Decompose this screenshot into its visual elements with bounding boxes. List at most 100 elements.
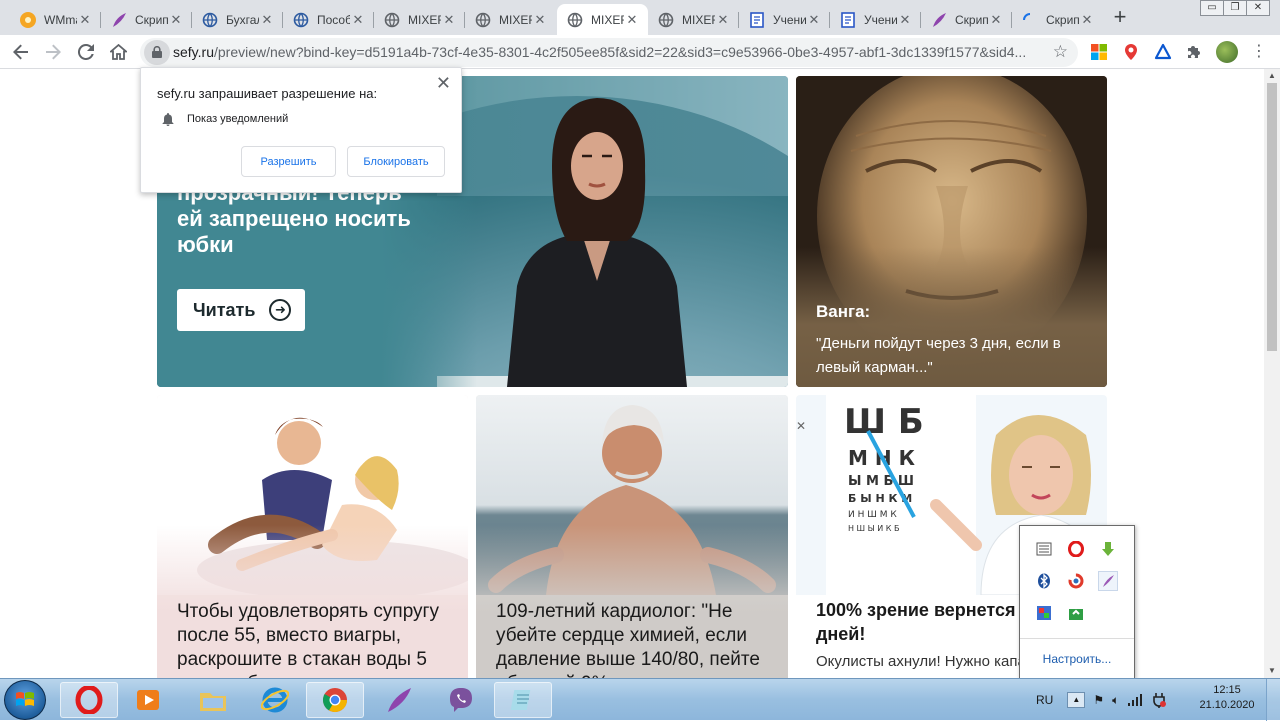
block-button[interactable]: Блокировать [347,146,445,177]
notification-permission-popup: sefy.ru запрашивает разрешение на: ✕ Пок… [140,67,462,193]
start-button[interactable] [4,680,46,720]
taskbar-internet-explorer[interactable] [246,682,304,718]
home-button[interactable] [105,40,131,64]
tab-close-icon[interactable]: ✕ [988,12,1004,28]
doc-icon [749,11,765,28]
taskbar-explorer[interactable] [184,682,242,718]
taskbar-chrome[interactable] [306,682,364,718]
scroll-up-arrow-icon[interactable]: ▲ [1264,69,1280,83]
globe-icon [475,12,491,28]
show-desktop-button[interactable] [1266,679,1280,721]
allow-button[interactable]: Разрешить [241,146,336,177]
browser-tab[interactable]: Бухгалтерия✕ [192,4,283,35]
loading-icon [1022,12,1038,28]
wmmail-icon [20,11,36,28]
browser-menu-icon[interactable]: ⋮ [1250,43,1268,61]
browser-tab[interactable]: Ученик✕ [739,4,830,35]
tab-close-icon[interactable]: ✕ [897,12,913,28]
language-indicator[interactable]: RU [1036,693,1053,707]
read-button[interactable]: Читать ➜ [177,289,305,331]
browser-tab[interactable]: WMmail✕ [10,4,101,35]
couple-article-card[interactable]: Чтобы удовлетворять супругу после 55, вм… [157,395,468,678]
bookmark-star-icon[interactable]: ☆ [1053,42,1068,62]
svg-text:Н Ш Ы И К Б: Н Ш Ы И К Б [848,524,900,533]
triangle-extension-icon[interactable] [1154,43,1172,61]
cardiologist-caption: 109-летний кардиолог: "Не убейте сердце … [496,601,760,678]
reload-icon [77,43,94,60]
bluetooth-icon[interactable] [1034,571,1054,591]
sync-tray-icon[interactable] [1066,603,1086,623]
browser-tab[interactable]: MIXER✕ [465,4,556,35]
tab-title: Пособия [317,12,350,27]
tab-close-icon[interactable]: ✕ [715,12,731,28]
tray-settings-icon[interactable] [1034,539,1054,559]
tab-close-icon[interactable]: ✕ [77,12,93,28]
tab-close-icon[interactable]: ✕ [259,12,275,28]
maximize-button[interactable]: ❐ [1223,0,1247,16]
tab-close-icon[interactable]: ✕ [168,12,184,28]
vanga-article-card[interactable]: Ванга: "Деньги пойдут через 3 дня, если … [796,76,1107,387]
scrollbar-thumb[interactable] [1267,83,1277,351]
vertical-scrollbar[interactable]: ▲ ▼ [1264,69,1280,678]
map-pin-extension-icon[interactable] [1122,43,1140,61]
power-plug-icon[interactable] [1151,692,1167,708]
browser-tab[interactable]: Скрипты✕ [1012,4,1103,35]
feather-tray-icon[interactable] [1098,571,1118,591]
headline-line: юбки [177,232,234,257]
profile-avatar[interactable] [1216,41,1238,63]
address-bar[interactable]: sefy.ru/preview/new?bind-key=d5191a4b-73… [140,38,1078,67]
opera-icon [75,686,103,714]
browser-tab[interactable]: Ученик✕ [830,4,921,35]
taskbar-opera[interactable] [60,682,118,718]
close-ad-icon[interactable]: ✕ [796,419,806,433]
action-center-flag-icon[interactable]: ⚑ [1093,693,1104,707]
new-tab-button[interactable]: + [1108,6,1132,30]
feather-icon [111,12,127,28]
browser-tab[interactable]: MIXER✕ [648,4,739,35]
cardiologist-article-card[interactable]: 109-летний кардиолог: "Не убейте сердце … [476,395,788,678]
vanga-text: "Деньги пойдут через 3 дня, если в левый… [816,335,1061,376]
tab-close-icon[interactable]: ✕ [350,12,366,28]
customize-tray-link[interactable]: Настроить... [1020,638,1134,678]
close-window-button[interactable]: ✕ [1246,0,1270,16]
extensions-puzzle-icon[interactable] [1185,43,1203,61]
back-button[interactable] [8,40,34,64]
clock-date: 21.10.2020 [1199,699,1255,711]
network-signal-icon[interactable] [1127,693,1143,707]
browser-tab[interactable]: MIXER✕ [557,4,648,35]
ccleaner-icon[interactable] [1066,571,1086,591]
reload-button[interactable] [73,40,99,64]
doc-icon [840,11,856,28]
globe-icon [567,12,583,28]
taskbar-viber[interactable] [432,682,490,718]
tab-close-icon[interactable]: ✕ [806,12,822,28]
tab-close-icon[interactable]: ✕ [624,12,640,28]
forward-button[interactable] [40,40,66,64]
windows-taskbar: RU ▲ ⚑ 🔈︎ 12:15 21.10.2020 [0,678,1280,721]
browser-tab[interactable]: MIXER✕ [374,4,465,35]
windows-extension-icon[interactable] [1090,43,1108,61]
taskbar-notepad[interactable] [494,682,552,718]
browser-tab[interactable]: Скрипты✕ [921,4,1012,35]
site-info-button[interactable] [144,40,170,65]
tab-title: Скрипты [1046,12,1079,27]
tab-close-icon[interactable]: ✕ [1079,12,1095,28]
tab-close-icon[interactable]: ✕ [441,12,457,28]
opera-tray-icon[interactable] [1066,539,1086,559]
browser-tab[interactable]: Пособия✕ [283,4,374,35]
browser-tab[interactable]: Скрипты✕ [101,4,192,35]
taskbar-feather-app[interactable] [370,682,428,718]
download-arrow-icon[interactable] [1098,539,1118,559]
couple-caption: Чтобы удовлетворять супругу после 55, вм… [177,601,439,678]
close-icon[interactable]: ✕ [436,73,451,94]
tab-close-icon[interactable]: ✕ [532,12,548,28]
tray-overflow-button[interactable]: ▲ [1067,692,1086,708]
read-button-label: Читать [193,299,256,320]
bell-icon [162,113,174,126]
scroll-down-arrow-icon[interactable]: ▼ [1264,664,1280,678]
minimize-button[interactable]: ▭ [1200,0,1224,16]
volume-icon[interactable]: 🔈︎ [1112,693,1119,708]
taskbar-media-player[interactable] [120,682,178,718]
taskbar-clock[interactable]: 12:15 21.10.2020 [1192,683,1262,713]
network-app-tray-icon[interactable] [1034,603,1054,623]
